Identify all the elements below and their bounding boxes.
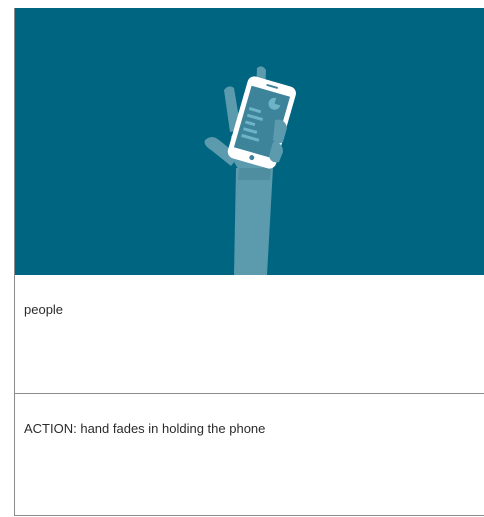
storyboard-scene [15, 8, 484, 275]
forearm [234, 168, 273, 275]
scene-action-text: ACTION: hand fades in holding the phone [24, 421, 266, 436]
scene-caption-panel: people [15, 275, 484, 394]
scene-action-panel: ACTION: hand fades in holding the phone [15, 394, 484, 515]
storyboard-frame: people ACTION: hand fades in holding the… [14, 8, 484, 516]
wrist-shadow [238, 168, 271, 180]
scene-illustration [15, 8, 484, 275]
scene-caption-text: people [24, 302, 64, 317]
